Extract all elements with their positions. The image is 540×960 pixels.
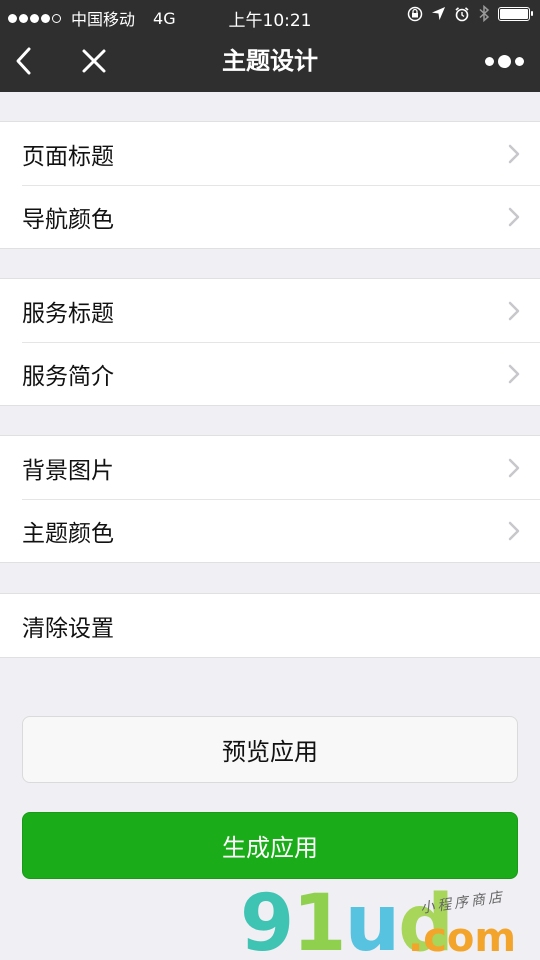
close-icon [82,49,106,73]
bluetooth-icon [479,5,490,22]
settings-group-service: 服务标题 服务简介 [0,278,540,406]
close-button[interactable] [76,30,112,92]
status-right [399,5,533,22]
cell-label: 导航颜色 [22,206,114,233]
back-button[interactable] [6,30,42,92]
cell-label: 服务标题 [22,300,114,327]
cell-background-image[interactable]: 背景图片 [0,436,540,499]
chevron-right-icon [508,144,520,164]
generate-app-button[interactable]: 生成应用 [22,812,518,879]
cell-clear-settings[interactable]: 清除设置 [0,594,540,657]
settings-group-page: 页面标题 导航颜色 [0,121,540,249]
navigation-bar: 主题设计 [0,30,540,92]
cell-label: 背景图片 [22,457,114,484]
chevron-left-icon [16,47,31,75]
phone-screen: 中国移动 4G 上午10:21 主题设计 页面标题 导航颜色 服务标题 服务简介… [0,0,540,960]
settings-group-appearance: 背景图片 主题颜色 [0,435,540,563]
chevron-right-icon [508,521,520,541]
chevron-right-icon [508,301,520,321]
battery-icon [498,6,533,21]
location-arrow-icon [431,6,446,21]
status-bar: 中国移动 4G 上午10:21 [0,0,540,31]
cell-service-title[interactable]: 服务标题 [0,279,540,342]
watermark-logo: 91ud .com 小程序商店 [240,885,540,960]
more-button[interactable] [482,30,526,92]
cell-nav-color[interactable]: 导航颜色 [0,185,540,248]
chevron-right-icon [508,207,520,227]
rotation-lock-icon [407,6,423,21]
cell-label: 清除设置 [22,615,114,642]
chevron-right-icon [508,458,520,478]
cell-service-intro[interactable]: 服务简介 [0,342,540,405]
chevron-right-icon [508,364,520,384]
more-dots-icon [483,54,526,68]
preview-app-button[interactable]: 预览应用 [22,716,518,783]
alarm-clock-icon [455,6,469,21]
cell-label: 页面标题 [22,143,114,170]
settings-group-reset: 清除设置 [0,593,540,658]
watermark-domain: .com [408,915,517,960]
cell-label: 服务简介 [22,363,114,390]
cell-label: 主题颜色 [22,520,114,547]
battery-level-fill [500,8,528,19]
cell-page-title[interactable]: 页面标题 [0,122,540,185]
cell-theme-color[interactable]: 主题颜色 [0,499,540,562]
